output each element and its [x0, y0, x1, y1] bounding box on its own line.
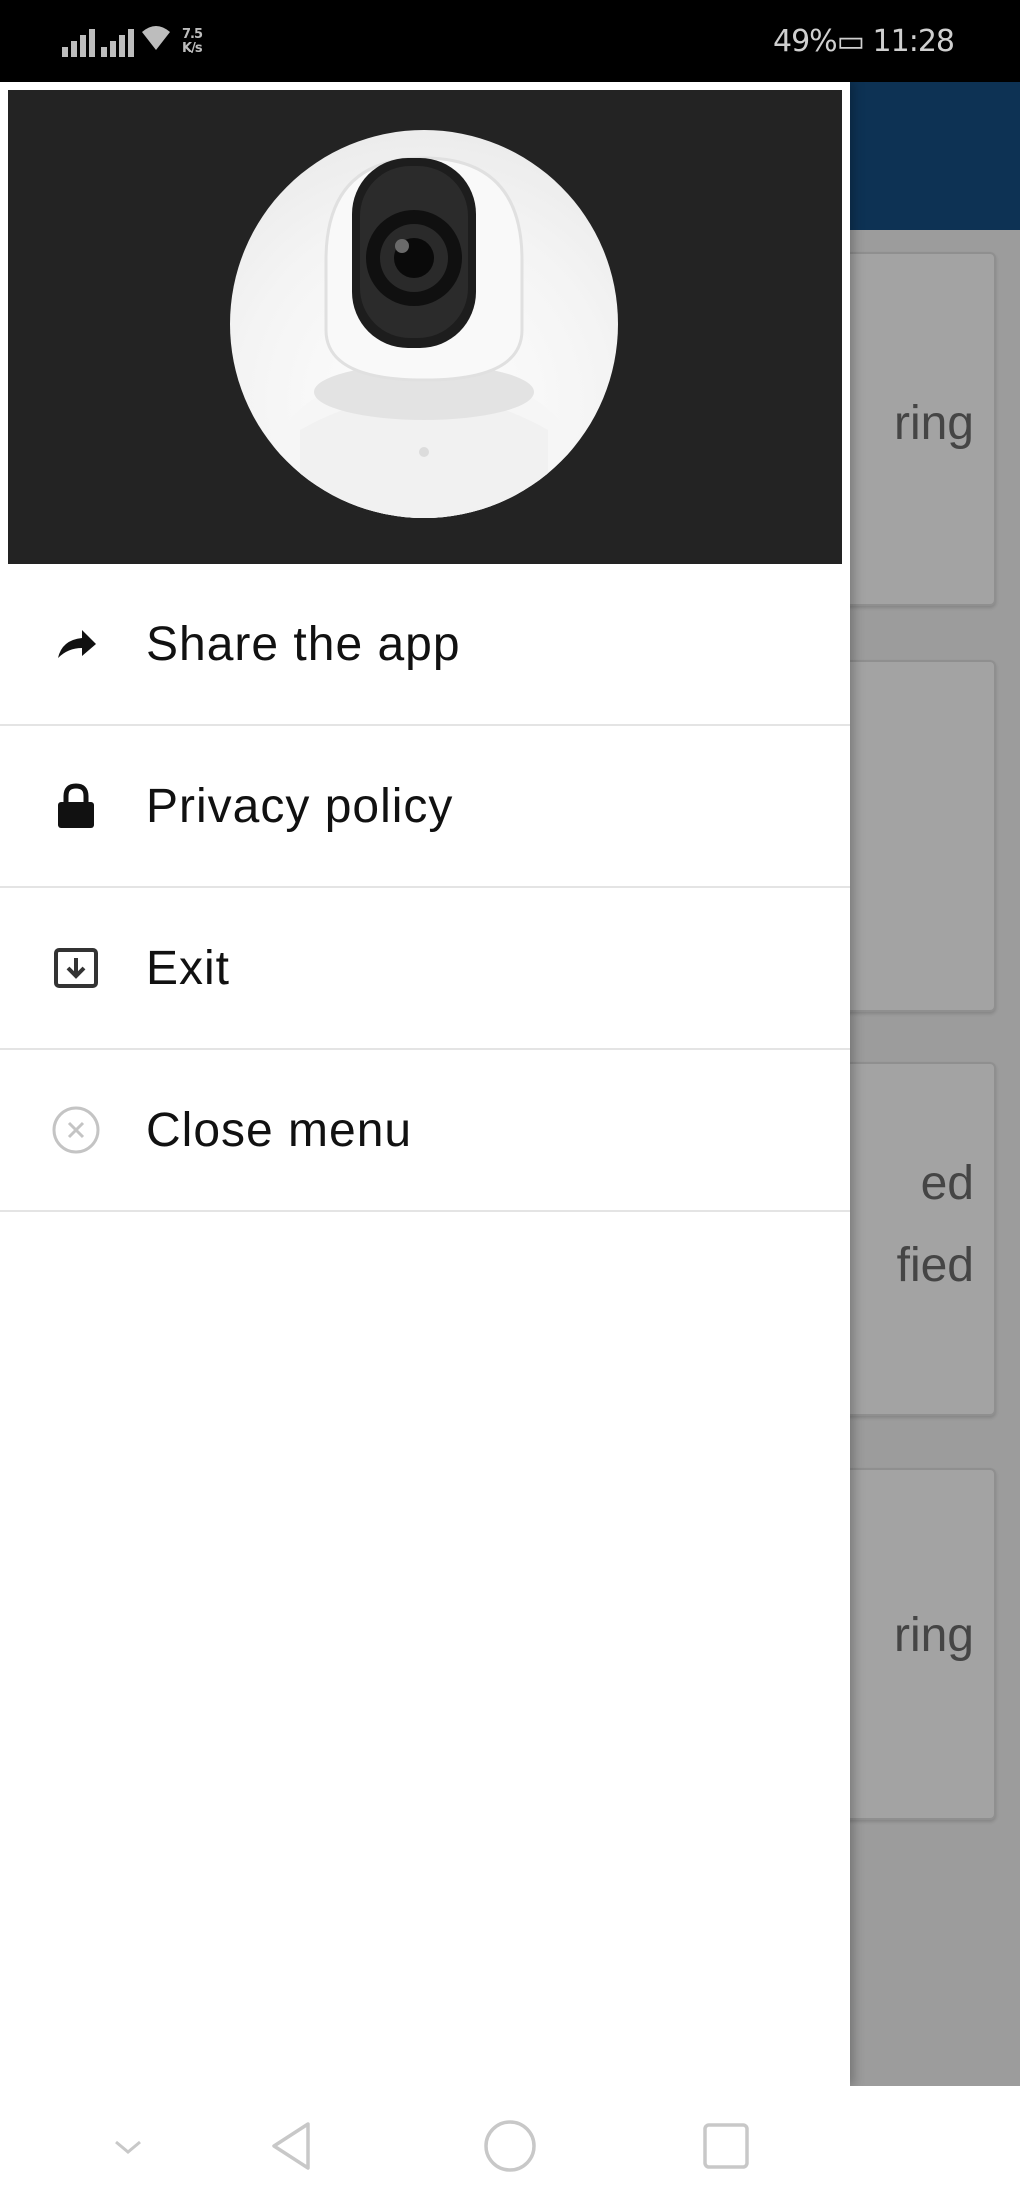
card-text: ring [893, 397, 974, 450]
drawer-header [8, 90, 842, 564]
chevron-down-icon[interactable] [88, 2106, 168, 2186]
drawer-menu: Share the app Privacy policy Exit Close … [0, 564, 850, 1212]
network-speed: 7.5 K/s [182, 27, 203, 56]
lock-icon [50, 780, 102, 832]
system-navigation-bar [0, 2086, 1020, 2204]
camera-icon [274, 156, 574, 518]
security-camera-image [230, 130, 618, 518]
network-speed-value: 7.5 [182, 27, 203, 42]
status-bar: 7.5 K/s 49%▭ 11:28 [0, 0, 1020, 82]
menu-item-label: Close menu [146, 1103, 413, 1157]
card-text: ring [893, 1609, 974, 1662]
status-icons-left: 7.5 K/s [62, 20, 203, 64]
home-icon[interactable] [470, 2106, 550, 2186]
menu-item-close-menu[interactable]: Close menu [0, 1050, 850, 1212]
card-text: ed [920, 1157, 974, 1210]
menu-item-exit[interactable]: Exit [0, 888, 850, 1050]
wifi-icon [140, 24, 172, 60]
menu-item-label: Exit [146, 941, 231, 995]
menu-item-privacy-policy[interactable]: Privacy policy [0, 726, 850, 888]
navigation-drawer: Share the app Privacy policy Exit Close … [0, 82, 850, 2086]
card-text: fied [896, 1239, 974, 1292]
share-icon [50, 618, 102, 670]
close-circle-icon [50, 1104, 102, 1156]
recents-icon[interactable] [686, 2106, 766, 2186]
menu-item-label: Privacy policy [146, 779, 454, 833]
signal-icon [62, 27, 95, 57]
status-battery-time: 49%▭ 11:28 [772, 24, 955, 59]
exit-icon [50, 942, 102, 994]
back-icon[interactable] [252, 2106, 332, 2186]
menu-item-label: Share the app [146, 617, 461, 671]
signal-icon [101, 27, 134, 57]
network-speed-unit: K/s [182, 41, 203, 56]
menu-item-share-app[interactable]: Share the app [0, 564, 850, 726]
